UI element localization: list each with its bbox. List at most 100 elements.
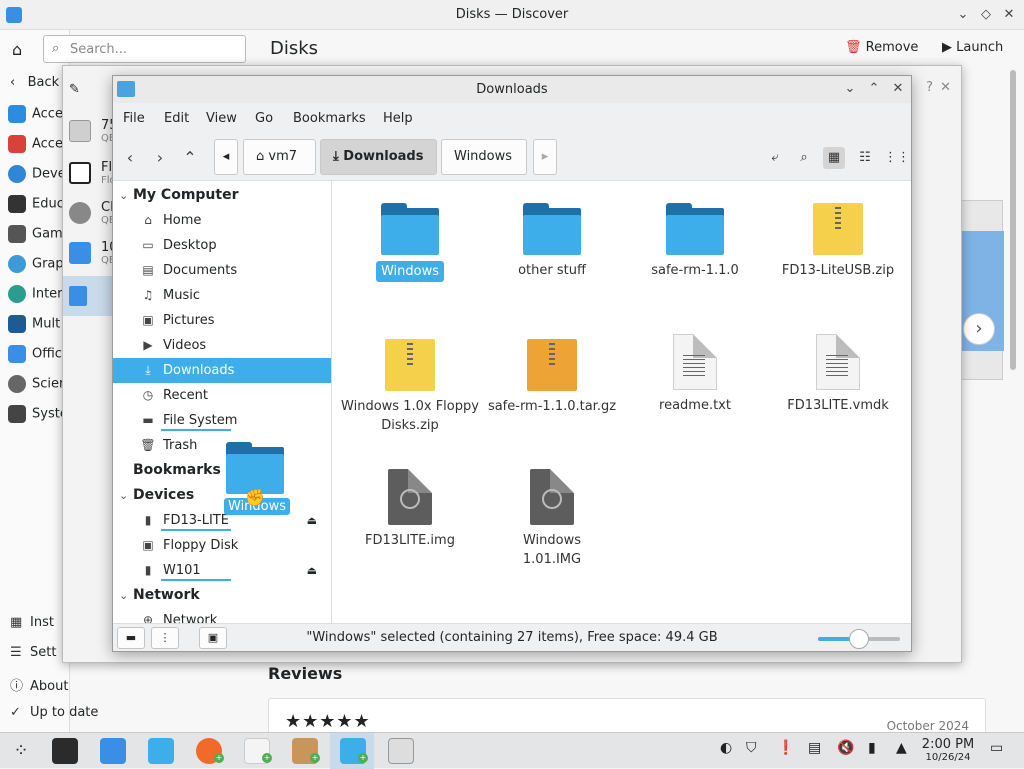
drive-item[interactable]: 10 QE [67, 238, 118, 268]
section-my-computer[interactable]: ⌄ My Computer [119, 187, 239, 203]
split-view-icon[interactable]: ⤶ [764, 147, 786, 169]
place-documents[interactable]: ▤ Documents [113, 258, 331, 283]
place-network[interactable]: ⊕ Network [113, 608, 331, 623]
file-item[interactable]: readme.txt [625, 334, 765, 415]
place-home[interactable]: ⌂ Home [113, 208, 331, 233]
help-icon[interactable]: ? [926, 80, 933, 95]
drive-item[interactable]: CD QE [67, 198, 120, 228]
place-recent[interactable]: ◷ Recent [113, 383, 331, 408]
volume-muted-icon[interactable]: 🔇 [837, 740, 854, 756]
about-item[interactable]: ⓘ About [10, 675, 68, 694]
details-view-icon[interactable]: ⋮⋮ [884, 147, 910, 169]
forward-icon[interactable]: › [149, 147, 171, 169]
usb-icon[interactable]: ▮ [868, 740, 876, 756]
place-desktop[interactable]: ▭ Desktop [113, 233, 331, 258]
section-bookmarks[interactable]: Bookmarks [119, 462, 221, 478]
category-graphics[interactable]: Grap [8, 255, 70, 279]
section-devices[interactable]: ⌄ Devices [119, 487, 194, 503]
file-item[interactable]: Windows 1.01.IMG [482, 469, 622, 569]
place-downloads[interactable]: ⤓ Downloads [113, 358, 331, 383]
scrollbar[interactable] [1010, 70, 1016, 370]
up-icon[interactable]: ⌃ [179, 147, 201, 169]
expand-tray-icon[interactable]: ▲ [896, 740, 907, 756]
shield-icon[interactable]: ⛉ [746, 740, 757, 756]
menu-file[interactable]: File [123, 111, 145, 126]
menu-go[interactable]: Go [255, 111, 273, 126]
remove-button[interactable]: 🗑 Remove [845, 40, 918, 55]
task-discover[interactable] [90, 733, 134, 769]
drive-item-selected[interactable] [63, 276, 113, 316]
task-dolphin[interactable]: + [330, 733, 374, 769]
place-videos[interactable]: ▶ Videos [113, 333, 331, 358]
zoom-slider[interactable] [818, 629, 900, 649]
search-input[interactable]: ⌕ Search... [43, 35, 246, 63]
show-desktop-icon[interactable]: ▭ [990, 740, 1003, 756]
network-icon[interactable]: ◐ [720, 740, 732, 756]
file-item[interactable]: Windows 1.0x Floppy Disks.zip [340, 339, 480, 435]
file-item[interactable]: Windows [340, 203, 480, 282]
task-archiver[interactable]: + [282, 733, 326, 769]
minimize-icon[interactable]: ⌄ [841, 80, 859, 98]
category-science[interactable]: Scier [8, 375, 70, 399]
chevron-right-icon[interactable]: › [963, 313, 995, 345]
notification-icon[interactable]: ❗ [777, 740, 794, 756]
menu-bookmarks[interactable]: Bookmarks [293, 111, 366, 126]
file-item[interactable]: safe-rm-1.1.0 [625, 203, 765, 280]
menu-help[interactable]: Help [383, 111, 413, 126]
minimize-icon[interactable]: ⌄ [954, 6, 972, 24]
search-icon[interactable]: ⌕ [793, 147, 815, 169]
breadcrumb-right-arrow[interactable]: ▸ [533, 139, 557, 175]
back-button[interactable]: ‹ Back [10, 75, 59, 90]
device-w101[interactable]: ▮ W101 ⏏ [113, 558, 331, 583]
zoom-slider-handle[interactable] [849, 629, 869, 649]
file-item[interactable]: FD13LITE.vmdk [768, 334, 908, 415]
place-trash[interactable]: 🗑 Trash [113, 433, 331, 458]
category-accessibility[interactable]: Acce [8, 105, 70, 129]
category-internet[interactable]: Inter [8, 285, 70, 309]
maximize-icon[interactable]: ⌃ [865, 80, 883, 98]
category-office[interactable]: Offic [8, 345, 70, 369]
settings-item[interactable]: ☰ Sett [10, 645, 56, 660]
maximize-icon[interactable]: ◇ [977, 6, 995, 24]
menu-view[interactable]: View [206, 111, 237, 126]
category-education[interactable]: Educ [8, 195, 70, 219]
file-item[interactable]: FD13LITE.img [340, 469, 480, 550]
menu-edit[interactable]: Edit [164, 111, 189, 126]
breadcrumb-windows[interactable]: Windows [441, 139, 527, 175]
device-floppy-disk[interactable]: ▣ Floppy Disk [113, 533, 331, 558]
app-launcher[interactable]: ⁘ [0, 733, 44, 769]
category-accessories[interactable]: Acce [8, 135, 70, 159]
icons-view-icon[interactable]: ▦ [823, 147, 845, 169]
eject-icon[interactable]: ⏏ [307, 558, 317, 583]
launch-button[interactable]: ▶ Launch [942, 40, 1003, 55]
task-mixer[interactable] [42, 733, 86, 769]
clock[interactable]: 2:00 PM 10/26/24 [920, 737, 976, 763]
place-file-system[interactable]: ▬ File System [113, 408, 331, 433]
place-music[interactable]: ♫ Music [113, 283, 331, 308]
place-pictures[interactable]: ▣ Pictures [113, 308, 331, 333]
eject-icon[interactable]: ⏏ [307, 508, 317, 533]
category-games[interactable]: Gam [8, 225, 70, 249]
task-partition-manager[interactable] [378, 733, 422, 769]
category-multimedia[interactable]: Mult [8, 315, 70, 339]
close-icon[interactable]: ✕ [889, 80, 907, 98]
back-icon[interactable]: ‹ [119, 147, 141, 169]
task-firefox[interactable]: + [186, 733, 230, 769]
device-fd13-lite[interactable]: ▮ FD13-LITE ⏏ [113, 508, 331, 533]
file-item[interactable]: FD13-LiteUSB.zip [768, 203, 908, 280]
updates-item[interactable]: ✓ Up to date [10, 705, 98, 720]
breadcrumb-downloads[interactable]: ⤓ Downloads [320, 139, 437, 175]
task-text-editor[interactable]: + [234, 733, 278, 769]
category-development[interactable]: Deve [8, 165, 70, 189]
breadcrumb-left-arrow[interactable]: ◂ [214, 139, 238, 175]
home-icon[interactable]: ⌂ [12, 40, 22, 59]
file-item[interactable]: safe-rm-1.1.0.tar.gz [482, 339, 622, 416]
installed-item[interactable]: ▦ Inst [10, 615, 54, 630]
breadcrumb-vm7[interactable]: ⌂ vm7 [243, 139, 316, 175]
close-icon[interactable]: ✕ [1000, 6, 1018, 24]
compact-view-icon[interactable]: ☷ [854, 147, 876, 169]
category-system[interactable]: Syste [8, 405, 70, 429]
drive-item[interactable]: Flo Flo [67, 158, 120, 188]
section-network[interactable]: ⌄ Network [119, 587, 200, 603]
close-icon[interactable]: ✕ [940, 80, 951, 95]
